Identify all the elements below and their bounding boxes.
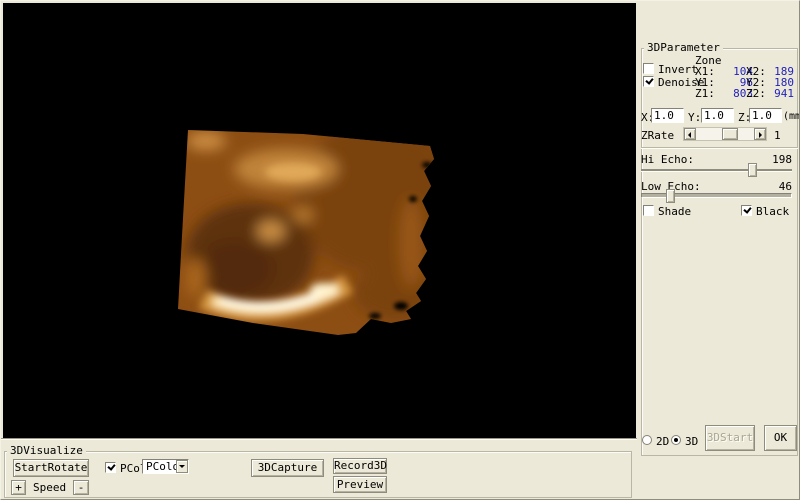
scale-unit-label: (mm/p) [783, 111, 800, 122]
hi-echo-track[interactable] [641, 169, 792, 171]
record3d-button[interactable]: Record3D [333, 458, 387, 474]
pcolor-checkbox[interactable] [105, 462, 116, 473]
start-rotate-button[interactable]: StartRotate [13, 459, 89, 477]
3dstart-button: 3DStart [705, 425, 755, 451]
shade-checkbox[interactable] [643, 205, 654, 216]
chevron-down-icon[interactable] [176, 460, 188, 473]
ok-button[interactable]: OK [764, 425, 797, 451]
parameter-panel: 3DParameter Invert Denoise Zone X1: 104 … [636, 1, 800, 500]
zrate-right-arrow-icon[interactable] [754, 128, 766, 140]
ultrasound-render [3, 3, 636, 438]
3d-viewport[interactable] [3, 3, 636, 438]
pcolor-dropdown[interactable]: PColor [142, 459, 189, 474]
zrate-scrollbar[interactable] [683, 127, 767, 141]
x-scale-input[interactable]: 1.0 [651, 108, 684, 123]
invert-label: Invert [658, 64, 698, 75]
zrate-label: ZRate [641, 130, 674, 141]
black-label: Black [756, 206, 789, 217]
denoise-checkbox[interactable] [643, 76, 654, 87]
speed-minus-button[interactable]: - [73, 480, 89, 495]
black-checkbox[interactable] [741, 205, 752, 216]
3dvisualize-group-title: 3DVisualize [7, 445, 86, 456]
low-echo-value: 46 [761, 181, 792, 192]
preview-button[interactable]: Preview [333, 476, 387, 493]
app-window: 3DParameter Invert Denoise Zone X1: 104 … [0, 0, 800, 500]
zrate-value: 1 [774, 130, 781, 141]
z-scale-input[interactable]: 1.0 [749, 108, 782, 123]
zrate-thumb[interactable] [722, 128, 738, 140]
mode-3d-radio[interactable] [671, 435, 681, 445]
zrate-left-arrow-icon[interactable] [684, 128, 696, 140]
low-echo-slider-thumb[interactable] [666, 189, 675, 203]
zone-z1-label: Z1: [695, 88, 715, 99]
hi-echo-slider-thumb[interactable] [748, 163, 757, 177]
mode-3d-label: 3D [685, 436, 698, 447]
speed-label: Speed [33, 482, 66, 493]
invert-checkbox[interactable] [643, 63, 654, 74]
speed-plus-button[interactable]: + [11, 480, 26, 495]
3dcapture-button[interactable]: 3DCapture [251, 459, 324, 477]
zone-z2-value: 941 [764, 88, 794, 99]
section-divider [641, 147, 798, 149]
low-echo-track[interactable] [641, 193, 792, 198]
y-scale-input[interactable]: 1.0 [701, 108, 734, 123]
hi-echo-label: Hi Echo: [641, 154, 694, 165]
y-scale-label: Y: [688, 112, 701, 123]
hi-echo-value: 198 [761, 154, 792, 165]
shade-label: Shade [658, 206, 691, 217]
mode-2d-radio[interactable] [642, 435, 652, 445]
mode-2d-label: 2D [656, 436, 669, 447]
3dparameter-group-title: 3DParameter [644, 42, 723, 53]
visualize-panel: 3DVisualize StartRotate + Speed - PColor… [1, 438, 637, 500]
zone-z2-label: Z2: [746, 88, 766, 99]
